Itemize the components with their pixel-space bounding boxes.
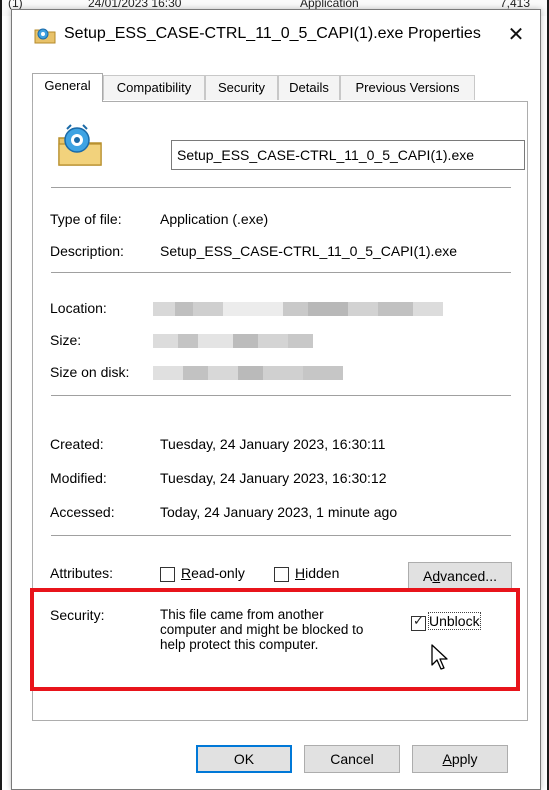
background-edge-left <box>0 0 2 790</box>
separator-2 <box>51 272 511 273</box>
tab-compatibility[interactable]: Compatibility <box>103 75 205 100</box>
size-value-redacted <box>153 334 313 348</box>
type-of-file-value: Application (.exe) <box>160 211 269 227</box>
separator-1 <box>51 187 511 188</box>
cancel-button[interactable]: Cancel <box>304 745 400 773</box>
created-value: Tuesday, 24 January 2023, 16:30:11 <box>160 436 386 452</box>
size-on-disk-label: Size on disk: <box>50 364 130 380</box>
tab-security[interactable]: Security <box>205 75 278 100</box>
mouse-cursor-icon <box>431 644 448 670</box>
modified-label: Modified: <box>50 470 107 486</box>
location-value-redacted <box>153 302 453 316</box>
ok-button[interactable]: OK <box>196 745 292 773</box>
location-label: Location: <box>50 300 107 316</box>
attributes-label: Attributes: <box>50 565 114 581</box>
description-label: Description: <box>50 243 124 259</box>
created-label: Created: <box>50 436 104 452</box>
title-bar[interactable]: Setup_ESS_CASE-CTRL_11_0_5_CAPI(1).exe P… <box>12 10 540 58</box>
apply-button[interactable]: Apply <box>412 745 508 773</box>
hidden-label[interactable]: Hidden <box>295 565 339 581</box>
modified-value: Tuesday, 24 January 2023, 16:30:12 <box>160 470 387 486</box>
security-highlight-box <box>30 588 520 691</box>
type-of-file-label: Type of file: <box>50 211 122 227</box>
tab-previous-versions[interactable]: Previous Versions <box>340 75 475 100</box>
window-title: Setup_ESS_CASE-CTRL_11_0_5_CAPI(1).exe P… <box>64 25 481 42</box>
advanced-button[interactable]: Advanced... <box>408 562 512 590</box>
hidden-checkbox[interactable] <box>274 567 289 582</box>
accessed-label: Accessed: <box>50 504 115 520</box>
accessed-value: Today, 24 January 2023, 1 minute ago <box>160 504 398 520</box>
size-label: Size: <box>50 332 82 348</box>
file-name-field[interactable]: Setup_ESS_CASE-CTRL_11_0_5_CAPI(1).exe <box>171 140 525 170</box>
read-only-label[interactable]: Read-only <box>181 565 245 581</box>
size-on-disk-value-redacted <box>153 366 343 380</box>
read-only-checkbox[interactable] <box>160 567 175 582</box>
app-file-icon <box>34 28 56 44</box>
file-type-icon <box>58 124 102 166</box>
tab-general[interactable]: General <box>32 73 103 102</box>
separator-3 <box>51 395 511 396</box>
description-value: Setup_ESS_CASE-CTRL_11_0_5_CAPI(1).exe <box>160 243 458 259</box>
tab-details[interactable]: Details <box>278 75 340 100</box>
close-button[interactable]: ✕ <box>498 20 534 50</box>
separator-4 <box>51 535 511 536</box>
